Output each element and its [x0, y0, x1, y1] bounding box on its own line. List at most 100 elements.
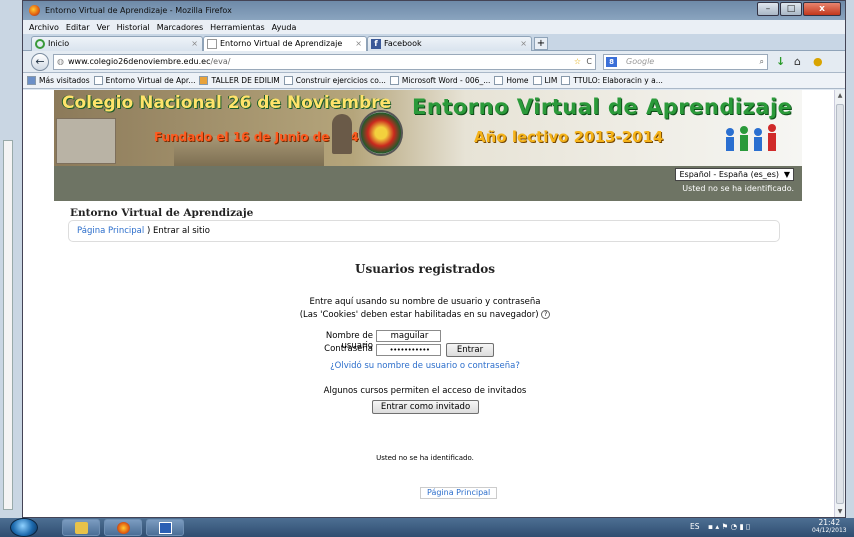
taskbar-explorer[interactable]: [62, 519, 100, 536]
login-button[interactable]: Entrar: [446, 343, 494, 357]
bookmark-home[interactable]: Home: [494, 76, 529, 85]
download-icon[interactable]: ↓: [776, 55, 785, 68]
menu-historial[interactable]: Historial: [117, 23, 150, 32]
url-path: /eva/: [210, 57, 231, 66]
scroll-down-icon[interactable]: ▼: [836, 508, 844, 515]
page-icon: [561, 76, 571, 85]
system-tray[interactable]: ES ▪ ▴ ⚑ ◔ ▮ ▯: [690, 522, 750, 531]
clock[interactable]: 21:42 04/12/2013: [812, 519, 847, 535]
page-content: Colegio Nacional 26 de Noviembre Fundado…: [23, 90, 835, 517]
bookmark-eva[interactable]: Entorno Virtual de Apr...: [93, 76, 195, 85]
eva-title: Entorno Virtual de Aprendizaje: [412, 95, 793, 119]
guest-login-button[interactable]: Entrar como invitado: [372, 400, 479, 414]
tab-close-icon[interactable]: ×: [520, 37, 527, 50]
page-icon: [532, 76, 542, 85]
language-bar: Español - España (es_es) ▼ Usted no se h…: [54, 166, 802, 201]
tab-close-icon[interactable]: ×: [355, 37, 362, 50]
window-controls: – □ x: [757, 2, 841, 16]
students-icon: [726, 124, 776, 151]
bookmark-mas-visitados[interactable]: Más visitados: [27, 76, 90, 85]
menu-editar[interactable]: Editar: [66, 23, 90, 32]
menu-herramientas[interactable]: Herramientas: [210, 23, 265, 32]
taskbar-word[interactable]: [146, 519, 184, 536]
search-icon[interactable]: ⌕: [760, 55, 764, 69]
url-domain: www.colegio26denoviembre.edu.ec: [68, 57, 211, 66]
language-value: Español - España (es_es): [679, 170, 779, 179]
search-placeholder: Google: [626, 57, 655, 66]
window-title: Entorno Virtual de Aprendizaje - Mozilla…: [45, 6, 232, 15]
bookmark-label: TALLER DE EDILIM: [211, 76, 280, 85]
tray-icons: ▪ ▴ ⚑ ◔ ▮ ▯: [707, 522, 751, 531]
page-icon: [93, 76, 103, 85]
breadcrumb-home-link[interactable]: Página Principal: [77, 226, 144, 236]
home-icon[interactable]: ⌂: [794, 55, 801, 68]
addon-icon[interactable]: ●: [813, 55, 823, 68]
bookmark-word[interactable]: Microsoft Word - 006_...: [389, 76, 490, 85]
tab-inicio[interactable]: Inicio ×: [31, 36, 203, 51]
loading-icon: [35, 39, 45, 49]
title-bar[interactable]: Entorno Virtual de Aprendizaje - Mozilla…: [23, 1, 845, 20]
tab-close-icon[interactable]: ×: [191, 37, 198, 50]
page-icon: [207, 39, 217, 49]
menu-archivo[interactable]: Archivo: [29, 23, 59, 32]
bookmark-label: LIM: [544, 76, 558, 85]
school-name: Colegio Nacional 26 de Noviembre: [62, 93, 392, 113]
building-photo: [56, 118, 116, 164]
help-icon[interactable]: ?: [541, 310, 551, 319]
tab-eva[interactable]: Entorno Virtual de Aprendizaje ×: [203, 36, 367, 51]
tab-label: Inicio: [48, 39, 70, 48]
bookmark-edilim[interactable]: TALLER DE EDILIM: [199, 76, 280, 85]
breadcrumb-current: Entrar al sitio: [152, 226, 210, 236]
password-field[interactable]: •••••••••••: [376, 344, 441, 356]
username-field[interactable]: maguilar: [376, 330, 441, 342]
page-icon: [283, 76, 293, 85]
firefox-icon: [117, 522, 130, 534]
taskbar-firefox[interactable]: [104, 519, 142, 536]
facebook-icon: f: [371, 39, 381, 49]
start-button[interactable]: [10, 518, 38, 537]
bookmark-label: TTULO: Elaboracin y a...: [573, 76, 663, 85]
search-engine-icon[interactable]: 8: [606, 57, 617, 67]
tab-facebook[interactable]: f Facebook ×: [367, 36, 532, 51]
scrollbar-thumb[interactable]: [836, 104, 844, 504]
minimize-button[interactable]: –: [757, 2, 779, 16]
menu-bar: Archivo Editar Ver Historial Marcadores …: [23, 20, 845, 34]
bookmark-star-icon[interactable]: ☆: [574, 55, 581, 69]
new-tab-button[interactable]: +: [534, 37, 548, 50]
forgot-password-link[interactable]: ¿Olvidó su nombre de usuario o contraseñ…: [23, 361, 827, 371]
guest-note: Algunos cursos permiten el acceso de inv…: [323, 386, 527, 396]
language-select[interactable]: Español - España (es_es) ▼: [675, 168, 794, 181]
reload-icon[interactable]: C: [586, 55, 592, 69]
firefox-icon: [29, 5, 40, 16]
tab-label: Entorno Virtual de Aprendizaje: [220, 39, 343, 48]
bookmarks-bar: Más visitados Entorno Virtual de Apr... …: [23, 73, 845, 89]
url-bar[interactable]: ◍ www.colegio26denoviembre.edu.ec/eva/ ☆…: [53, 54, 596, 70]
word-icon: [159, 522, 172, 534]
scroll-up-icon[interactable]: ▲: [836, 92, 844, 99]
bookmark-construir[interactable]: Construir ejercicios co...: [283, 76, 386, 85]
language-indicator[interactable]: ES: [690, 522, 700, 531]
vertical-scrollbar[interactable]: ▲ ▼: [834, 90, 845, 517]
maximize-button[interactable]: □: [780, 2, 802, 16]
back-button[interactable]: ←: [31, 53, 49, 71]
menu-marcadores[interactable]: Marcadores: [157, 23, 203, 32]
person-figure: [332, 114, 352, 154]
login-intro: Entre aquí usando su nombre de usuario y…: [309, 297, 541, 307]
folder-icon: [75, 522, 88, 534]
clock-time: 21:42: [818, 518, 841, 527]
search-input[interactable]: 8 Google ⌕: [603, 54, 768, 70]
page-title: Entorno Virtual de Aprendizaje: [70, 207, 254, 219]
close-button[interactable]: x: [803, 2, 841, 16]
globe-icon: ◍: [57, 57, 64, 66]
edilim-icon: [199, 76, 209, 85]
firefox-window: Entorno Virtual de Aprendizaje - Mozilla…: [22, 0, 846, 518]
taskbar: ES ▪ ▴ ⚑ ◔ ▮ ▯ 21:42 04/12/2013: [0, 518, 854, 537]
menu-ver[interactable]: Ver: [97, 23, 110, 32]
menu-ayuda[interactable]: Ayuda: [272, 23, 297, 32]
breadcrumb-separator: ): [146, 226, 151, 236]
folder-icon: [27, 76, 36, 85]
navigation-bar: ← ◍ www.colegio26denoviembre.edu.ec/eva/…: [23, 51, 845, 73]
footer-home-link[interactable]: Página Principal: [420, 487, 498, 499]
bookmark-lim[interactable]: LIM: [532, 76, 558, 85]
bookmark-ttulo[interactable]: TTULO: Elaboracin y a...: [561, 76, 663, 85]
